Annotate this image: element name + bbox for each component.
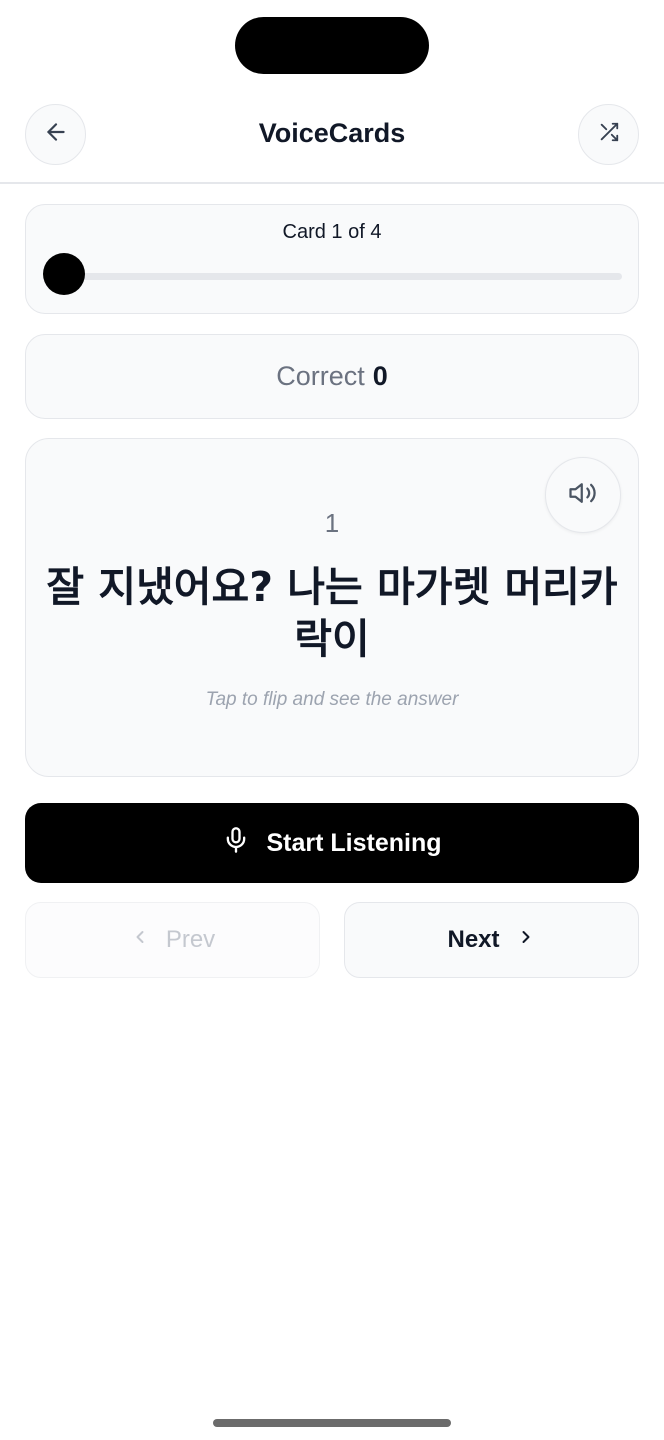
start-listening-button[interactable]: Start Listening	[25, 803, 639, 883]
chevron-left-icon	[130, 926, 150, 955]
prev-button[interactable]: Prev	[25, 902, 320, 978]
progress-label: Card 1 of 4	[282, 221, 382, 243]
start-listening-label: Start Listening	[266, 828, 442, 857]
score-label: Correct	[276, 361, 365, 391]
progress-card: Card 1 of 4	[25, 204, 639, 314]
flip-hint: Tap to flip and see the answer	[205, 689, 459, 710]
flashcard[interactable]: 1 잘 지냈어요? 나는 마가렛 머리카락이 Tap to flip and s…	[25, 438, 639, 777]
shuffle-icon	[598, 121, 620, 148]
chevron-right-icon	[516, 926, 536, 955]
card-number: 1	[324, 508, 340, 538]
page-title: VoiceCards	[258, 118, 406, 148]
prev-label: Prev	[165, 926, 216, 953]
dynamic-island	[235, 17, 429, 74]
app-header: VoiceCards	[0, 98, 664, 184]
progress-slider-track[interactable]	[64, 273, 622, 280]
next-button[interactable]: Next	[344, 902, 639, 978]
score-value: 0	[372, 361, 388, 391]
shuffle-button[interactable]	[578, 104, 639, 165]
microphone-icon	[222, 823, 250, 864]
card-prompt-text: 잘 지냈어요? 나는 마가렛 머리카락이	[46, 563, 618, 663]
progress-slider-thumb[interactable]	[43, 253, 85, 295]
home-indicator	[213, 1419, 451, 1427]
score-card: Correct 0	[25, 334, 639, 419]
app-screen: VoiceCards Card 1 of 4 Correct 0 1 잘 지냈어…	[0, 0, 664, 1440]
next-label: Next	[447, 926, 500, 953]
